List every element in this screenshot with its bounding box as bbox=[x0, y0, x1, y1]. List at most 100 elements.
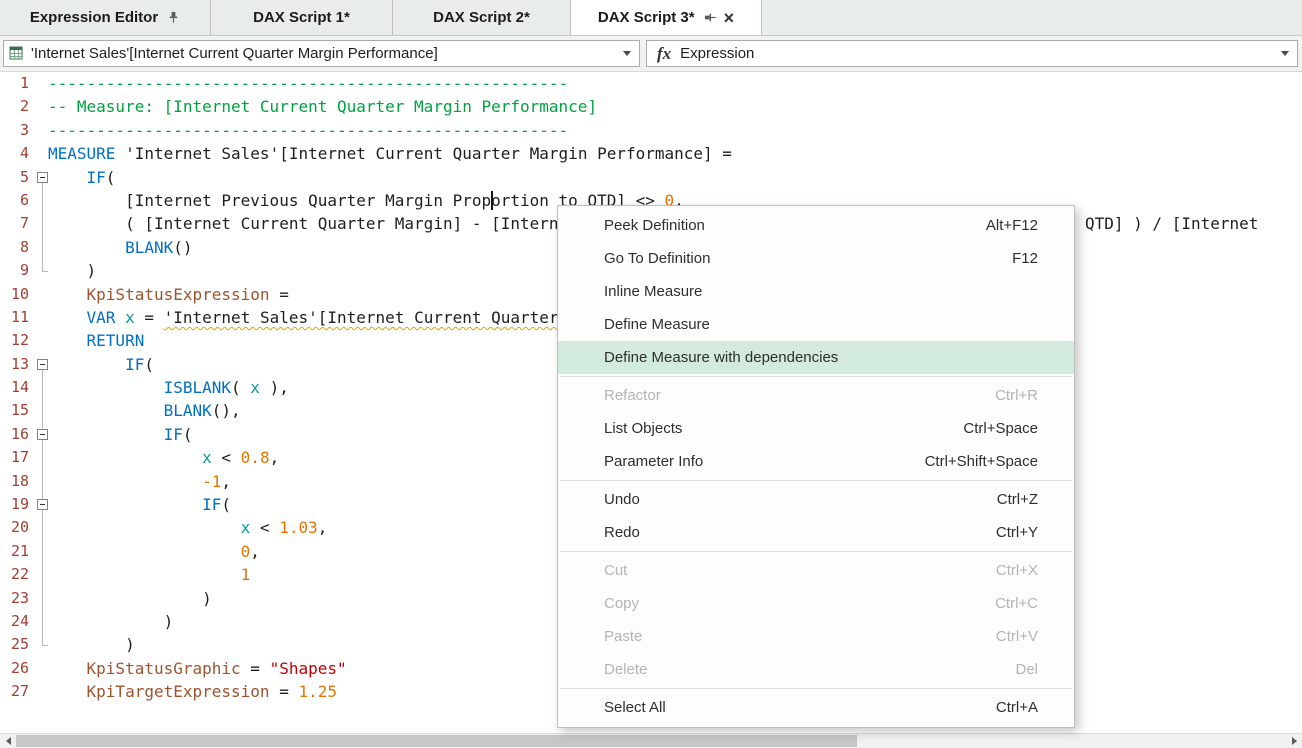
code-token: , bbox=[221, 472, 231, 491]
menu-item-label: Go To Definition bbox=[604, 250, 1012, 267]
menu-item-define-measure-with-dependencies[interactable]: Define Measure with dependencies bbox=[558, 341, 1074, 374]
line-number: 4 bbox=[0, 142, 36, 165]
menu-item-select-all[interactable]: Select AllCtrl+A bbox=[558, 691, 1074, 724]
horizontal-scrollbar[interactable] bbox=[0, 733, 1302, 748]
code-token bbox=[48, 472, 202, 491]
menu-item-shortcut: Del bbox=[1015, 661, 1038, 678]
code-token bbox=[48, 495, 202, 514]
line-number: 23 bbox=[0, 587, 36, 610]
line-number: 7 bbox=[0, 212, 36, 235]
code-token: , bbox=[270, 448, 280, 467]
menu-item-shortcut: Ctrl+Y bbox=[996, 524, 1038, 541]
tab-label: DAX Script 1* bbox=[253, 9, 350, 26]
left-triangle-icon bbox=[6, 737, 11, 745]
line-number: 15 bbox=[0, 399, 36, 422]
menu-item-label: Define Measure bbox=[604, 316, 1038, 333]
code-token: RETURN bbox=[87, 331, 145, 350]
context-menu: Peek DefinitionAlt+F12Go To DefinitionF1… bbox=[557, 205, 1075, 728]
menu-separator bbox=[560, 688, 1072, 689]
code-token: = bbox=[241, 659, 270, 678]
menu-item-list-objects[interactable]: List ObjectsCtrl+Space bbox=[558, 412, 1074, 445]
code-token: ISBLANK bbox=[164, 378, 231, 397]
code-token: < bbox=[250, 518, 279, 537]
code-token: = bbox=[135, 308, 164, 327]
line-number: 3 bbox=[0, 119, 36, 142]
menu-item-shortcut: Ctrl+Z bbox=[997, 491, 1038, 508]
tab-label: DAX Script 3* bbox=[598, 9, 695, 26]
code-token: ----------------------------------------… bbox=[48, 74, 568, 93]
fold-collapse-icon[interactable] bbox=[37, 359, 48, 370]
code-token: KpiStatusExpression bbox=[87, 285, 270, 304]
tab-dax-script-2[interactable]: DAX Script 2* bbox=[393, 0, 571, 35]
object-selector-dropdown[interactable]: 'Internet Sales'[Internet Current Quarte… bbox=[3, 40, 640, 67]
menu-item-label: List Objects bbox=[604, 420, 963, 437]
measure-icon bbox=[9, 46, 24, 61]
code-token: ) bbox=[48, 261, 96, 280]
code-token bbox=[48, 168, 87, 187]
menu-item-parameter-info[interactable]: Parameter InfoCtrl+Shift+Space bbox=[558, 445, 1074, 478]
menu-item-define-measure[interactable]: Define Measure bbox=[558, 308, 1074, 341]
menu-item-label: Refactor bbox=[604, 387, 995, 404]
code-token: 1 bbox=[241, 565, 251, 584]
code-token: (), bbox=[212, 401, 241, 420]
code-line-2: -- Measure: [Internet Current Quarter Ma… bbox=[48, 95, 1302, 118]
code-token: 0 bbox=[241, 542, 251, 561]
menu-item-label: Select All bbox=[604, 699, 996, 716]
line-number: 14 bbox=[0, 376, 36, 399]
line-number: 11 bbox=[0, 306, 36, 329]
toolbar: 'Internet Sales'[Internet Current Quarte… bbox=[0, 36, 1302, 72]
line-number: 22 bbox=[0, 563, 36, 586]
menu-item-label: Peek Definition bbox=[604, 217, 986, 234]
object-selector-value: 'Internet Sales'[Internet Current Quarte… bbox=[31, 45, 617, 62]
code-token: ) bbox=[48, 635, 135, 654]
menu-item-redo[interactable]: RedoCtrl+Y bbox=[558, 516, 1074, 549]
close-icon[interactable]: × bbox=[724, 9, 735, 27]
property-selector-dropdown[interactable]: fx Expression bbox=[646, 40, 1298, 67]
code-token: "Shapes" bbox=[270, 659, 347, 678]
code-token: 1.03 bbox=[279, 518, 318, 537]
menu-item-shortcut: Ctrl+R bbox=[995, 387, 1038, 404]
tab-expression-editor[interactable]: Expression Editor bbox=[0, 0, 211, 35]
scrollbar-thumb[interactable] bbox=[16, 735, 857, 747]
code-token bbox=[48, 238, 125, 257]
fold-collapse-icon[interactable] bbox=[37, 172, 48, 183]
fold-connector-line bbox=[42, 183, 43, 271]
pin-icon[interactable] bbox=[704, 11, 717, 24]
menu-item-undo[interactable]: UndoCtrl+Z bbox=[558, 483, 1074, 516]
scrollbar-left-arrow[interactable] bbox=[0, 734, 16, 748]
line-number: 18 bbox=[0, 470, 36, 493]
fold-collapse-icon[interactable] bbox=[37, 429, 48, 440]
dropdown-arrow-icon[interactable] bbox=[1281, 51, 1289, 56]
menu-item-label: Redo bbox=[604, 524, 996, 541]
scrollbar-right-arrow[interactable] bbox=[1286, 734, 1302, 748]
menu-item-delete: DeleteDel bbox=[558, 653, 1074, 686]
code-token: ) bbox=[48, 589, 212, 608]
menu-item-peek-definition[interactable]: Peek DefinitionAlt+F12 bbox=[558, 209, 1074, 242]
code-line-4: MEASURE 'Internet Sales'[Internet Curren… bbox=[48, 142, 1302, 165]
line-number: 5 bbox=[0, 166, 36, 189]
pin-icon[interactable] bbox=[167, 11, 180, 24]
code-token bbox=[48, 565, 241, 584]
tab-dax-script-1[interactable]: DAX Script 1* bbox=[211, 0, 393, 35]
text-caret bbox=[491, 191, 493, 210]
menu-item-go-to-definition[interactable]: Go To DefinitionF12 bbox=[558, 242, 1074, 275]
code-token bbox=[48, 542, 241, 561]
menu-item-label: Parameter Info bbox=[604, 453, 925, 470]
dropdown-arrow-icon[interactable] bbox=[623, 51, 631, 56]
menu-item-refactor: RefactorCtrl+R bbox=[558, 379, 1074, 412]
menu-item-inline-measure[interactable]: Inline Measure bbox=[558, 275, 1074, 308]
dax-editor-window: Expression Editor DAX Script 1* DAX Script… bbox=[0, 0, 1302, 748]
line-number: 21 bbox=[0, 540, 36, 563]
fold-collapse-icon[interactable] bbox=[37, 499, 48, 510]
code-token: BLANK bbox=[164, 401, 212, 420]
code-token: IF bbox=[202, 495, 221, 514]
code-token bbox=[48, 682, 87, 701]
tab-dax-script-3[interactable]: DAX Script 3* × bbox=[571, 0, 762, 35]
code-token: ) bbox=[48, 612, 173, 631]
menu-item-paste: PasteCtrl+V bbox=[558, 620, 1074, 653]
code-token: VAR bbox=[87, 308, 116, 327]
code-token: ( bbox=[183, 425, 193, 444]
code-token bbox=[48, 355, 125, 374]
menu-item-label: Cut bbox=[604, 562, 996, 579]
line-number: 6 bbox=[0, 189, 36, 212]
